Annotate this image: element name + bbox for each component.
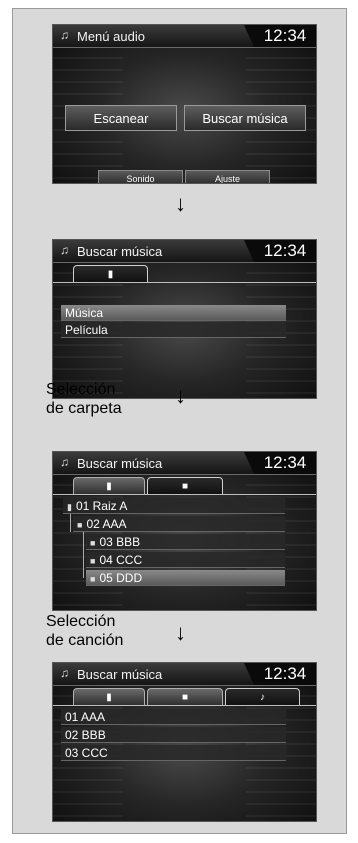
tab-folder[interactable]: ■ (147, 688, 223, 705)
folder-browse-screen: ♫ Buscar música 12:34 ▮ ■ ▮ 01 Raiz A ■ 02… (52, 451, 317, 611)
music-note-icon: ♫ (60, 243, 69, 257)
title-bar: ♫ Buscar música 12:34 (53, 452, 316, 475)
folder-icon: ■ (90, 574, 96, 584)
device-icon: ▮ (67, 502, 72, 512)
tab-row: ▮ ■ ♪ (53, 688, 316, 706)
folder-item[interactable]: ■ 04 CCC (86, 552, 285, 568)
music-note-icon: ♫ (60, 666, 69, 680)
settings-button[interactable]: Ajuste (185, 170, 270, 183)
song-item[interactable]: 02 BBB (61, 727, 286, 743)
clock: 12:34 (244, 240, 316, 262)
tree-line (83, 532, 84, 578)
title-bar: ♫ Buscar música 12:34 (53, 663, 316, 686)
audio-menu-screen: ♫ Menú audio 12:34 Escanear Buscar músic… (52, 24, 317, 184)
tree-line (70, 514, 71, 532)
title-bar: ♫ Buscar música 12:34 (53, 240, 316, 263)
screen-title: Menú audio (77, 29, 145, 44)
device-icon: ▮ (107, 269, 114, 280)
screen-title: Buscar música (77, 456, 163, 471)
title-bar: ♫ Menú audio 12:34 (53, 25, 316, 48)
folder-item[interactable]: ■ 03 BBB (86, 534, 285, 550)
song-item[interactable]: 03 CCC (61, 745, 286, 761)
song-list-screen: ♫ Buscar música 12:34 ▮ ■ ♪ 01 AAA 02 BB… (52, 662, 317, 822)
arrow-down-icon: ↓ (175, 383, 186, 408)
clock: 12:34 (244, 663, 316, 685)
music-note-icon: ♪ (260, 692, 265, 703)
clock: 12:34 (244, 25, 316, 47)
screen-title: Buscar música (77, 244, 163, 259)
folder-item[interactable]: ▮ 01 Raiz A (63, 498, 285, 514)
tab-folder[interactable]: ■ (147, 477, 223, 494)
folder-icon: ■ (90, 556, 96, 566)
device-icon: ▮ (106, 692, 112, 703)
folder-icon: ■ (77, 520, 83, 530)
clock: 12:34 (244, 452, 316, 474)
tab-device[interactable]: ▮ (73, 477, 145, 494)
caption-folder-selection: Selección de carpeta (46, 381, 122, 417)
caption-song-selection: Selección de canción (46, 613, 124, 649)
folder-item[interactable]: ■ 02 AAA (73, 516, 285, 532)
list-item-music[interactable]: Música (61, 305, 286, 321)
tab-songs[interactable]: ♪ (225, 688, 300, 705)
folder-icon: ■ (181, 692, 189, 703)
tab-device[interactable]: ▮ (73, 688, 145, 705)
screen-title: Buscar música (77, 667, 163, 682)
tab-row: ▮ (53, 265, 316, 283)
list-item-movie[interactable]: Película (61, 322, 286, 338)
tab-row: ▮ ■ (53, 477, 316, 495)
scan-button[interactable]: Escanear (65, 105, 177, 131)
folder-item-selected[interactable]: ■ 05 DDD (86, 570, 285, 586)
device-icon: ▮ (106, 481, 112, 492)
music-note-icon: ♫ (60, 28, 69, 42)
search-music-button[interactable]: Buscar música (184, 105, 306, 131)
arrow-down-icon: ↓ (175, 191, 186, 216)
folder-icon: ■ (181, 481, 189, 492)
song-item[interactable]: 01 AAA (61, 709, 286, 725)
tab-device[interactable]: ▮ (73, 265, 148, 282)
sound-button[interactable]: Sonido (98, 170, 183, 183)
music-note-icon: ♫ (60, 455, 69, 469)
folder-icon: ■ (90, 538, 96, 548)
search-music-screen: ♫ Buscar música 12:34 ▮ Música Película (52, 239, 317, 399)
arrow-down-icon: ↓ (175, 620, 186, 645)
